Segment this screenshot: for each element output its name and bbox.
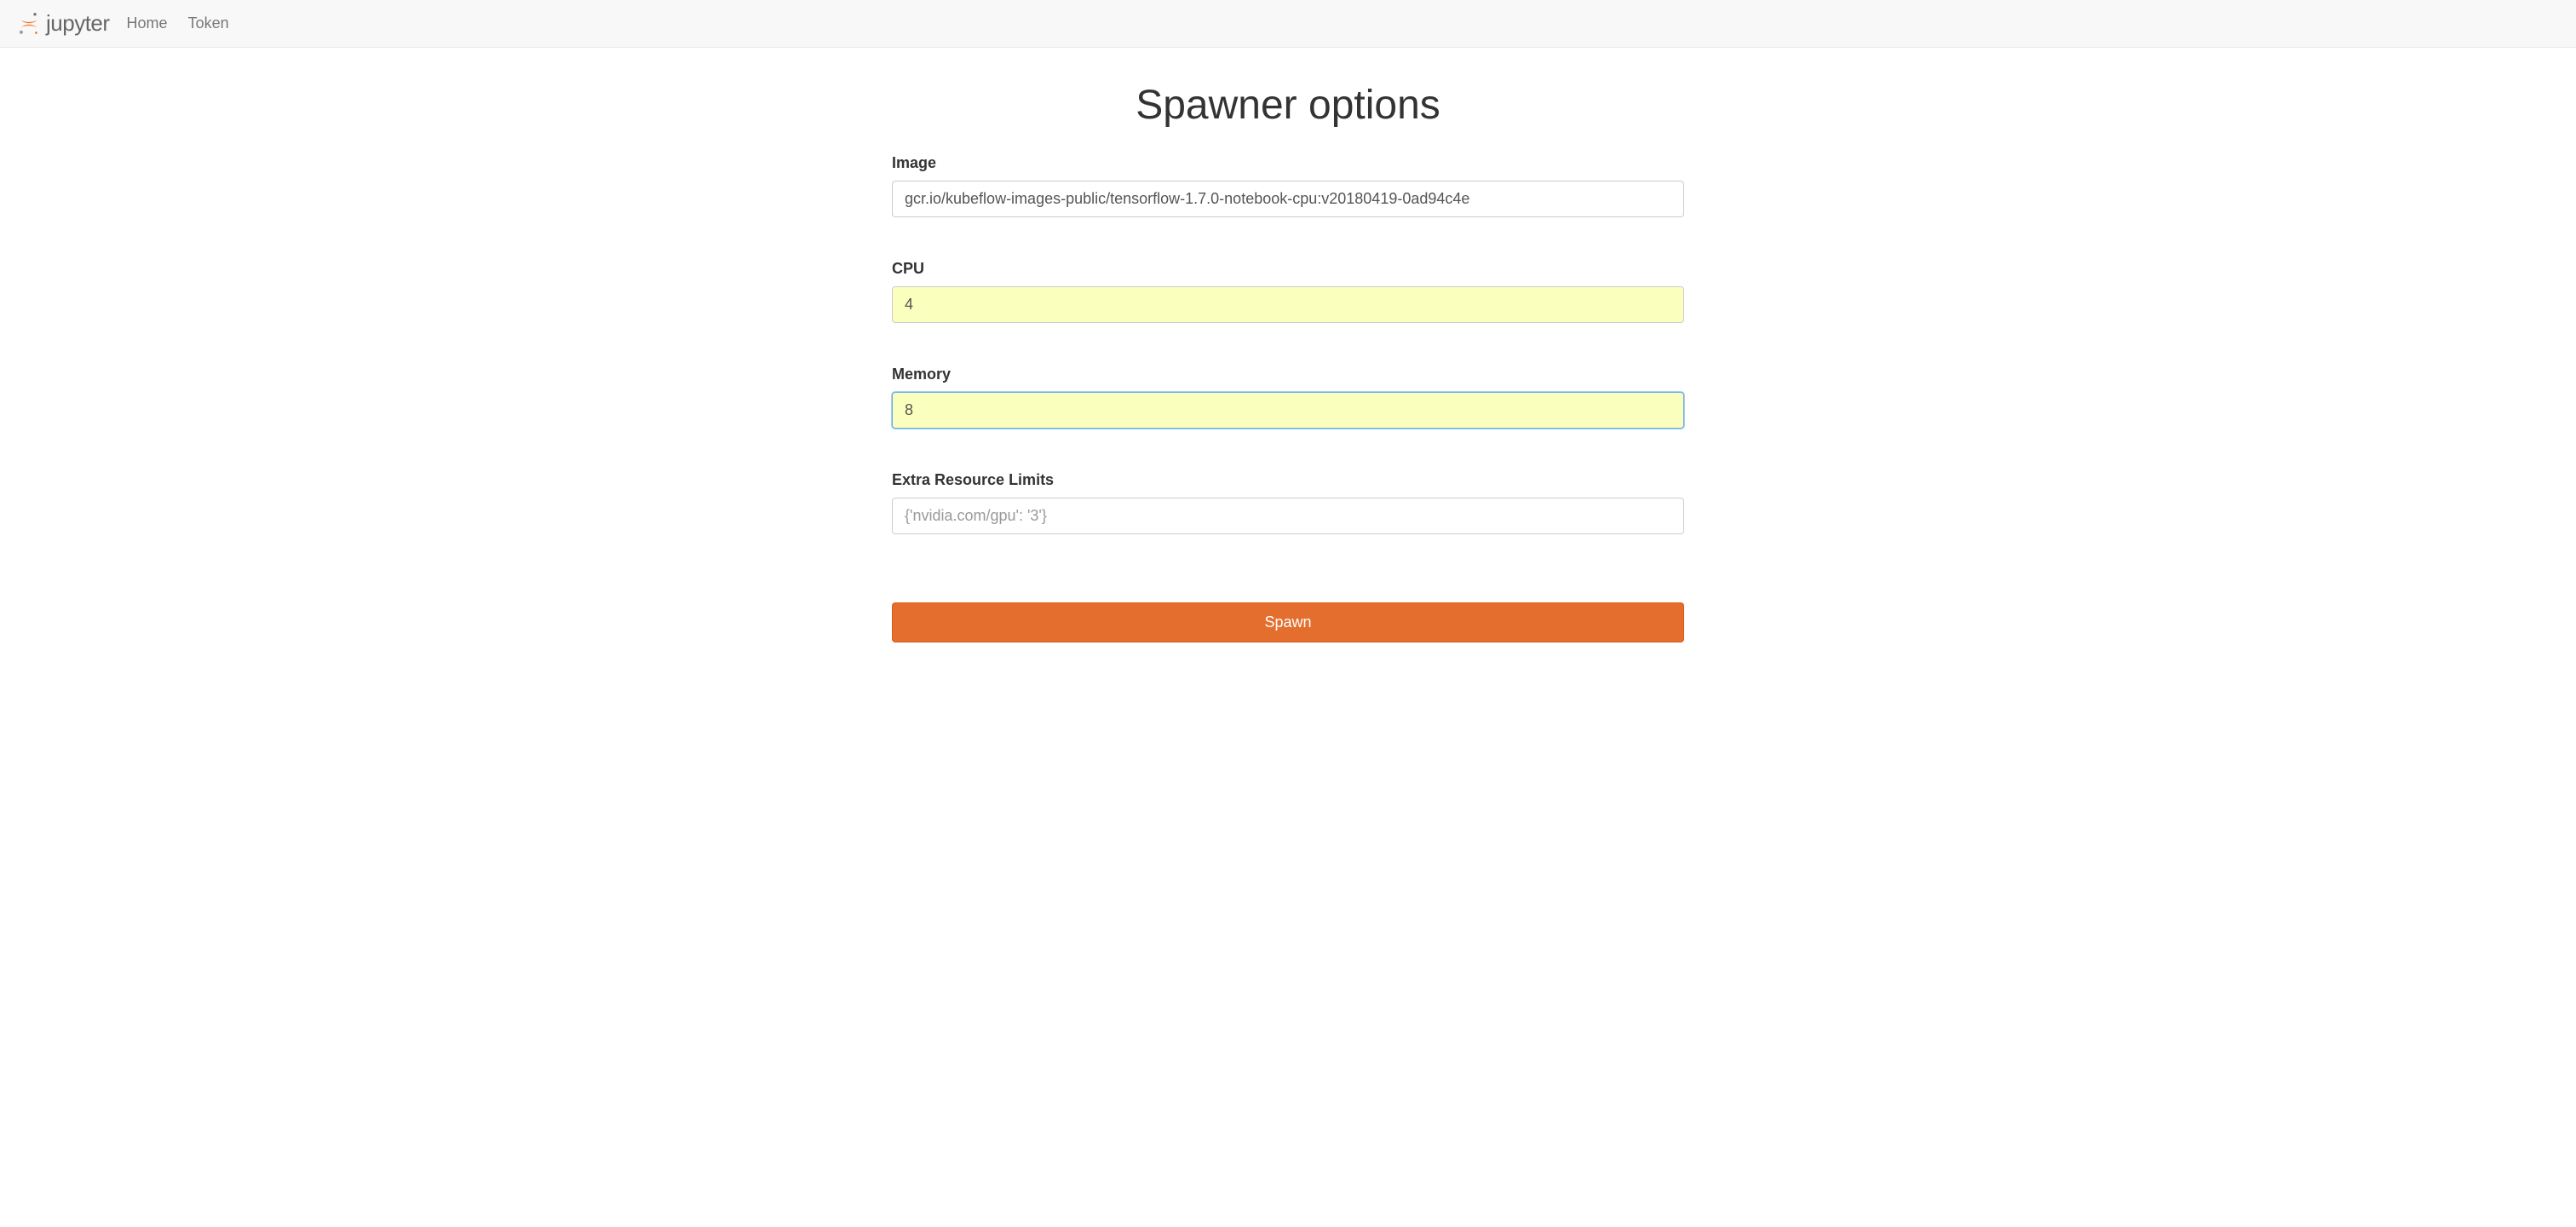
extra-resource-limits-label: Extra Resource Limits [892, 471, 1684, 489]
logo-text: jupyter [46, 10, 110, 37]
page-title: Spawner options [892, 82, 1684, 129]
memory-input[interactable] [892, 392, 1684, 429]
navbar: jupyter Home Token [0, 0, 2576, 48]
nav-link-token[interactable]: Token [188, 14, 229, 32]
form-group-cpu: CPU [892, 260, 1684, 323]
image-label: Image [892, 154, 1684, 172]
cpu-label: CPU [892, 260, 1684, 278]
jupyter-icon [17, 12, 41, 36]
form-group-extra-resource-limits: Extra Resource Limits [892, 471, 1684, 534]
spawner-form: Image CPU Memory Extra Resource Limits S… [892, 154, 1684, 642]
form-group-memory: Memory [892, 366, 1684, 429]
logo[interactable]: jupyter [17, 10, 110, 37]
form-group-image: Image [892, 154, 1684, 217]
nav-links: Home Token [127, 14, 229, 32]
extra-resource-limits-input[interactable] [892, 498, 1684, 534]
memory-label: Memory [892, 366, 1684, 383]
nav-link-home[interactable]: Home [127, 14, 168, 32]
main-container: Spawner options Image CPU Memory Extra R… [875, 48, 1701, 677]
cpu-input[interactable] [892, 286, 1684, 323]
spawn-button[interactable]: Spawn [892, 602, 1684, 642]
image-input[interactable] [892, 181, 1684, 217]
